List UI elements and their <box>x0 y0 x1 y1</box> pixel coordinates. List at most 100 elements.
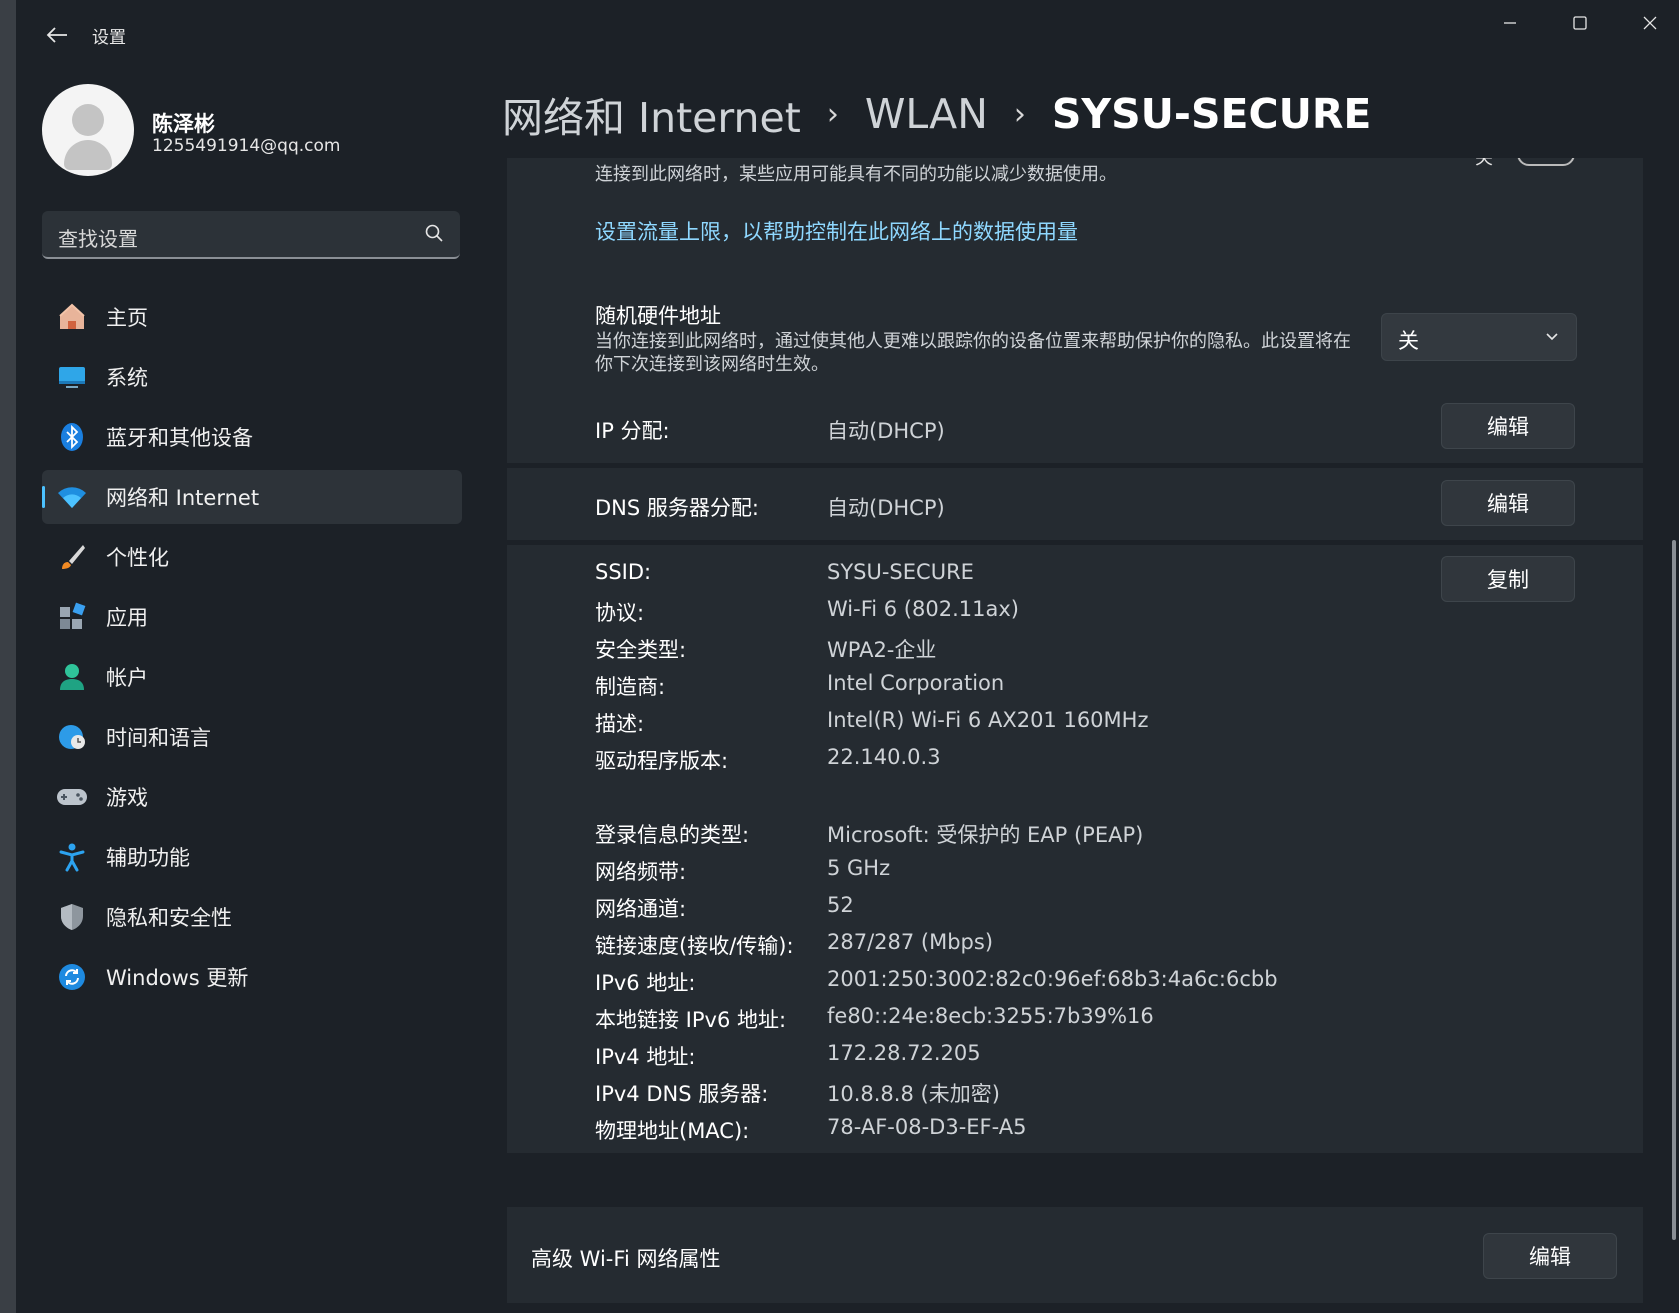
data-limit-link[interactable]: 设置流量上限，以帮助控制在此网络上的数据使用量 <box>595 216 1078 246</box>
account-icon <box>56 661 88 693</box>
ip-assignment-value: 自动(DHCP) <box>827 419 945 443</box>
breadcrumb: 网络和 Internet › WLAN › SYSU-SECURE <box>502 84 1371 144</box>
sidebar-nav: 主页 系统 蓝牙和其他设备 网络和 Internet 个性化 应用 帐户 时间和… <box>42 290 462 1010</box>
ip-edit-button[interactable]: 编辑 <box>1441 403 1575 449</box>
property-label: 制造商: <box>595 675 666 699</box>
sidebar-item-bluetooth[interactable]: 蓝牙和其他设备 <box>42 410 462 464</box>
property-value: 5 GHz <box>827 856 891 880</box>
sidebar-item-label: 辅助功能 <box>106 846 190 870</box>
minimize-button[interactable] <box>1480 8 1540 38</box>
property-label: 本地链接 IPv6 地址: <box>595 1008 787 1032</box>
property-label: 驱动程序版本: <box>595 749 729 773</box>
dns-assignment-label: DNS 服务器分配: <box>595 496 759 520</box>
scrollbar[interactable] <box>1672 540 1676 1240</box>
sidebar-item-label: 应用 <box>106 606 148 630</box>
property-label: 安全类型: <box>595 638 687 662</box>
property-value: 287/287 (Mbps) <box>827 930 994 954</box>
sidebar-item-label: 隐私和安全性 <box>106 906 232 930</box>
active-indicator <box>42 486 45 508</box>
sidebar-item-accounts[interactable]: 帐户 <box>42 650 462 704</box>
property-label: IPv4 DNS 服务器: <box>595 1082 769 1106</box>
sidebar-item-windows-update[interactable]: Windows 更新 <box>42 950 462 1004</box>
sidebar-item-label: 帐户 <box>106 666 148 690</box>
user-name: 陈泽彬 <box>152 112 215 136</box>
sidebar-item-time-language[interactable]: 时间和语言 <box>42 710 462 764</box>
property-value: 172.28.72.205 <box>827 1041 981 1065</box>
apps-icon <box>56 601 88 633</box>
maximize-icon <box>1573 16 1587 30</box>
dns-assignment-value: 自动(DHCP) <box>827 496 945 520</box>
property-label: 网络通道: <box>595 897 687 921</box>
advanced-edit-button[interactable]: 编辑 <box>1483 1233 1617 1279</box>
sidebar-item-label: 个性化 <box>106 546 169 570</box>
close-icon <box>1643 16 1657 30</box>
ip-assignment-row: IP 分配: 自动(DHCP) 编辑 <box>507 391 1643 463</box>
sidebar-item-label: Windows 更新 <box>106 966 249 990</box>
random-hardware-title: 随机硬件地址 <box>595 304 721 328</box>
sidebar-item-home[interactable]: 主页 <box>42 290 462 344</box>
user-profile[interactable]: 陈泽彬 1255491914@qq.com <box>42 84 462 184</box>
search-input[interactable]: 查找设置 <box>42 211 460 259</box>
search-placeholder: 查找设置 <box>58 227 138 251</box>
property-value: WPA2-企业 <box>827 638 937 662</box>
dropdown-value: 关 <box>1398 329 1419 353</box>
gamepad-icon <box>56 781 88 813</box>
chevron-down-icon <box>1546 333 1558 341</box>
dns-edit-button[interactable]: 编辑 <box>1441 480 1575 526</box>
sidebar-item-accessibility[interactable]: 辅助功能 <box>42 830 462 884</box>
property-value: 22.140.0.3 <box>827 745 941 769</box>
window-left-edge <box>0 0 16 1313</box>
sidebar-item-label: 游戏 <box>106 786 148 810</box>
app-title: 设置 <box>92 28 126 48</box>
property-value: 78-AF-08-D3-EF-A5 <box>827 1115 1027 1139</box>
dns-assignment-row: DNS 服务器分配: 自动(DHCP) 编辑 <box>507 468 1643 540</box>
property-label: 网络频带: <box>595 860 687 884</box>
sidebar-item-label: 主页 <box>106 306 148 330</box>
metered-toggle[interactable] <box>1517 158 1575 166</box>
update-icon <box>56 961 88 993</box>
brush-icon <box>56 541 88 573</box>
sidebar-item-system[interactable]: 系统 <box>42 350 462 404</box>
property-value: fe80::24e:8ecb:3255:7b39%16 <box>827 1004 1154 1028</box>
wifi-icon <box>56 481 88 513</box>
time-language-icon <box>56 721 88 753</box>
sidebar-item-gaming[interactable]: 游戏 <box>42 770 462 824</box>
back-button[interactable] <box>40 20 74 50</box>
page-title: SYSU-SECURE <box>1051 90 1372 138</box>
accessibility-icon <box>56 841 88 873</box>
property-label: 物理地址(MAC): <box>595 1119 750 1143</box>
shield-icon <box>56 901 88 933</box>
sidebar-item-privacy[interactable]: 隐私和安全性 <box>42 890 462 944</box>
breadcrumb-wlan[interactable]: WLAN <box>865 90 988 138</box>
sidebar-item-label: 系统 <box>106 366 148 390</box>
property-label: 描述: <box>595 712 645 736</box>
sidebar-item-apps[interactable]: 应用 <box>42 590 462 644</box>
sidebar-item-label: 网络和 Internet <box>106 486 260 510</box>
copy-button[interactable]: 复制 <box>1441 556 1575 602</box>
property-value: 10.8.8.8 (未加密) <box>827 1082 1000 1106</box>
random-hardware-dropdown[interactable]: 关 <box>1381 313 1577 361</box>
settings-window: 设置 陈泽彬 1255491914@qq.com 查找设置 主页 系统 蓝牙和其… <box>0 0 1679 1313</box>
random-hardware-description: 当你连接到此网络时，通过使其他人更难以跟踪你的设备位置来帮助保护你的隐私。此设置… <box>595 331 1351 375</box>
property-label: 协议: <box>595 601 645 625</box>
property-value: Intel(R) Wi-Fi 6 AX201 160MHz <box>827 708 1149 732</box>
property-value: SYSU-SECURE <box>827 560 974 584</box>
sidebar-item-label: 蓝牙和其他设备 <box>106 426 253 450</box>
breadcrumb-network-internet[interactable]: 网络和 Internet <box>502 84 801 144</box>
property-value: 52 <box>827 893 854 917</box>
property-label: 链接速度(接收/传输): <box>595 934 794 958</box>
sidebar-item-personalization[interactable]: 个性化 <box>42 530 462 584</box>
advanced-wifi-properties-row: 高级 Wi-Fi 网络属性 编辑 <box>507 1207 1643 1303</box>
minimize-icon <box>1504 22 1516 24</box>
close-button[interactable] <box>1620 8 1679 38</box>
sidebar-item-network[interactable]: 网络和 Internet <box>42 470 462 524</box>
search-icon <box>425 224 443 242</box>
user-email: 1255491914@qq.com <box>152 136 341 156</box>
property-label: SSID: <box>595 560 652 584</box>
maximize-button[interactable] <box>1550 8 1610 38</box>
back-arrow-icon <box>46 27 67 43</box>
property-value: Wi-Fi 6 (802.11ax) <box>827 597 1019 621</box>
home-icon <box>56 301 88 333</box>
metered-toggle-state: 关 <box>1475 158 1493 169</box>
property-label: 登录信息的类型: <box>595 823 750 847</box>
